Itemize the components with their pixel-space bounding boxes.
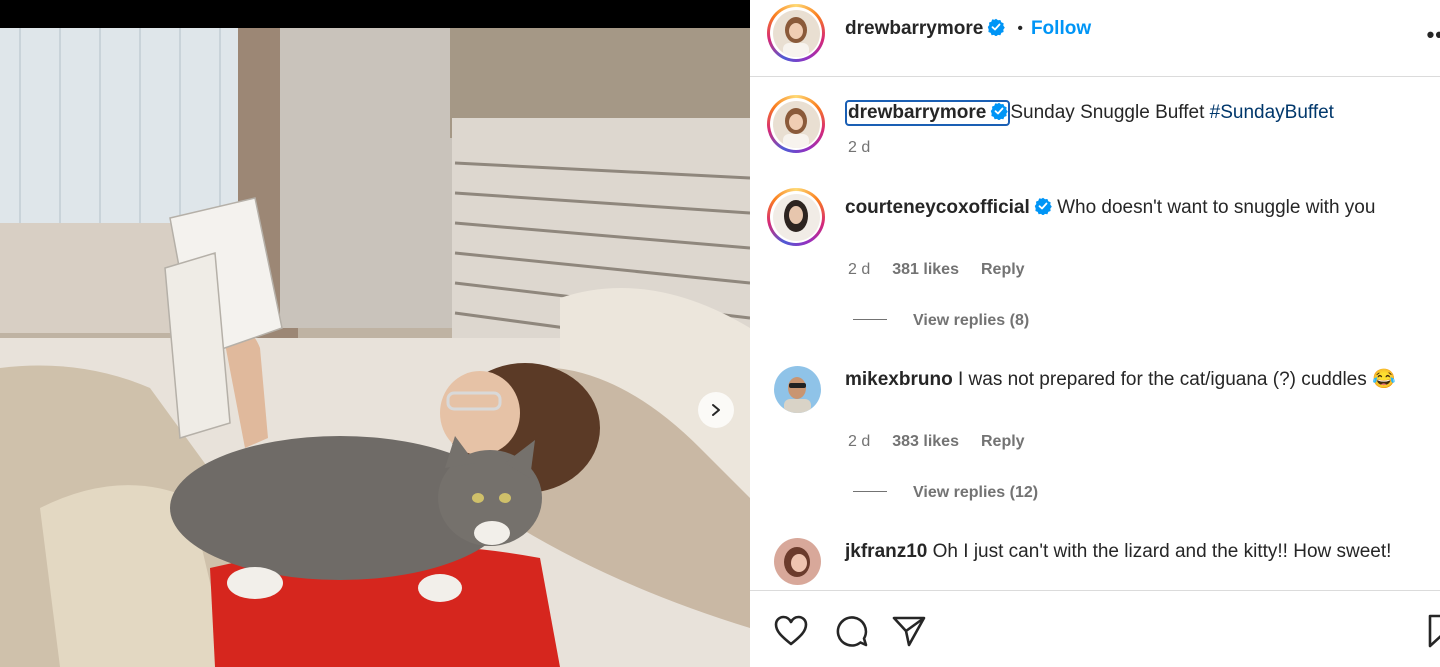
post-photo[interactable] — [0, 28, 750, 667]
verified-icon — [1034, 197, 1052, 215]
comment-icon[interactable] — [833, 613, 869, 649]
verified-icon — [991, 102, 1009, 120]
comment-time[interactable]: 2 d — [848, 261, 870, 278]
author-username[interactable]: drewbarrymore — [845, 18, 983, 39]
comment-time[interactable]: 2 d — [848, 433, 870, 450]
comment-item: jkfranz10 Oh I just can't with the lizar… — [845, 539, 1405, 565]
more-options-button[interactable]: •• — [1427, 22, 1440, 48]
comment-item: courteneycoxofficial Who doesn't want to… — [845, 195, 1405, 221]
comment-text: I was not prepared for the cat/iguana (?… — [957, 369, 1396, 390]
comment-likes[interactable]: 383 likes — [892, 433, 959, 450]
reply-button[interactable]: Reply — [981, 433, 1025, 450]
comment-username[interactable]: courteneycoxofficial — [845, 197, 1030, 218]
heart-icon[interactable] — [773, 613, 809, 649]
comment-avatar-image — [772, 193, 820, 241]
comment-username[interactable]: jkfranz10 — [845, 541, 927, 562]
comment-text: Who doesn't want to snuggle with you — [1057, 197, 1376, 218]
comment-avatar[interactable] — [767, 188, 825, 246]
chevron-right-icon — [712, 404, 720, 416]
share-icon[interactable] — [891, 613, 927, 649]
comment-avatar-image — [774, 538, 821, 585]
caption: drewbarrymore Sunday Snuggle Buffet #Sund… — [845, 100, 1334, 126]
comment-avatar[interactable] — [774, 366, 821, 413]
comment-username[interactable]: mikexbruno — [845, 369, 953, 390]
post-photo-illustration — [0, 28, 750, 667]
comment-avatar[interactable] — [774, 538, 821, 585]
caption-time[interactable]: 2 d — [848, 139, 870, 156]
comment-item: mikexbruno I was not prepared for the ca… — [845, 367, 1405, 393]
view-replies-button[interactable]: View replies (8) — [853, 312, 1029, 330]
comment-text: Oh I just can't with the lizard and the … — [932, 541, 1392, 562]
verified-icon — [988, 18, 1006, 36]
post-header: drewbarrymore • Follow •• — [750, 0, 1440, 77]
follow-button[interactable]: Follow — [1031, 18, 1091, 39]
caption-avatar[interactable] — [767, 95, 825, 153]
next-photo-button[interactable] — [698, 392, 734, 428]
caption-meta: 2 d — [848, 139, 870, 157]
post-media-panel — [0, 0, 750, 667]
caption-username[interactable]: drewbarrymore — [848, 102, 986, 123]
replies-divider — [853, 319, 887, 320]
post-actions — [750, 590, 1440, 667]
comment-likes[interactable]: 381 likes — [892, 261, 959, 278]
replies-divider — [853, 491, 887, 492]
separator-dot: • — [1017, 20, 1023, 37]
author-avatar-image — [772, 9, 820, 57]
view-replies-label: View replies (12) — [913, 484, 1039, 501]
comment-meta: 2 d 383 likes Reply — [848, 433, 1025, 451]
caption-avatar-image — [772, 100, 820, 148]
save-icon[interactable] — [1424, 613, 1440, 649]
author-avatar[interactable] — [767, 4, 825, 62]
comment-meta: 2 d 381 likes Reply — [848, 261, 1025, 279]
caption-text: Sunday Snuggle Buffet — [1010, 102, 1210, 123]
caption-username-link[interactable]: drewbarrymore — [845, 100, 1011, 126]
view-replies-label: View replies (8) — [913, 312, 1030, 329]
hashtag-link[interactable]: #SundayBuffet — [1210, 102, 1334, 123]
comment-avatar-image — [774, 366, 821, 413]
post-side-panel: drewbarrymore • Follow •• drewbarrymore Sun… — [750, 0, 1440, 667]
reply-button[interactable]: Reply — [981, 261, 1025, 278]
comments-list: drewbarrymore Sunday Snuggle Buffet #Sund… — [750, 78, 1440, 590]
view-replies-button[interactable]: View replies (12) — [853, 484, 1038, 502]
